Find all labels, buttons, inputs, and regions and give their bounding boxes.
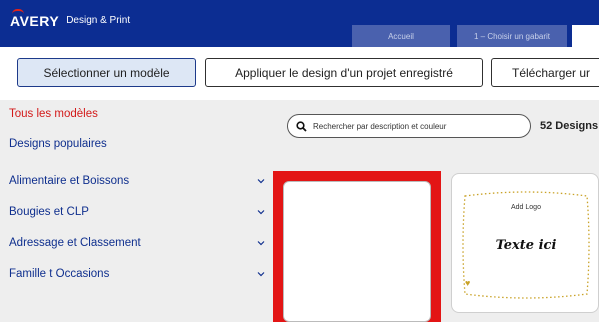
select-model-button[interactable]: Sélectionner un modèle [17,58,196,87]
avery-logo[interactable]: AVERY Design & Print [10,9,131,29]
sidebar-item-all-models[interactable]: Tous les modèles [9,104,265,124]
template-card-selected[interactable] [273,171,441,322]
app-name: Design & Print [66,15,131,26]
search-icon [296,120,307,132]
search-placeholder: Rechercher par description et couleur [313,121,447,131]
top-header: AVERY Design & Print Accueil 1 – Choisir… [0,0,599,47]
chevron-down-icon [257,210,265,215]
sidebar-item-label: Alimentaire et Boissons [9,175,130,187]
sidebar-item-popular[interactable]: Designs populaires [9,134,265,154]
sidebar-item-food-drinks[interactable]: Alimentaire et Boissons [9,171,265,191]
tab-accueil[interactable]: Accueil [352,25,450,47]
search-field[interactable]: Rechercher par description et couleur [287,114,531,138]
category-sidebar: Tous les modèles Designs populaires Alim… [0,100,273,322]
sidebar-item-label: Designs populaires [9,138,107,150]
apply-saved-design-button[interactable]: Appliquer le design d'un projet enregist… [205,58,483,87]
logo-wordmark: AVERY [10,9,60,29]
results-count: 52 Designs [540,120,599,132]
template-preview: Add Logo Texte ici ♥ [459,186,593,304]
sidebar-item-label: Tous les modèles [9,108,98,120]
chevron-down-icon [257,272,265,277]
sidebar-item-label: Bougies et CLP [9,206,89,218]
sidebar-item-addressing[interactable]: Adressage et Classement [9,233,265,253]
sidebar-item-label: Famille t Occasions [9,268,110,280]
heart-icon: ♥ [465,278,471,288]
chevron-down-icon [257,179,265,184]
tab-active[interactable] [572,25,599,47]
sidebar-item-candles[interactable]: Bougies et CLP [9,202,265,222]
add-logo-text: Add Logo [511,204,541,211]
tab-choose-template[interactable]: 1 – Choisir un gabarit [457,25,567,47]
template-card[interactable]: Add Logo Texte ici ♥ [451,173,599,313]
action-bar: Sélectionner un modèle Appliquer le desi… [0,47,599,100]
sidebar-item-family-occasions[interactable]: Famille t Occasions [9,264,265,284]
template-text: Texte ici [495,238,557,253]
sidebar-item-label: Adressage et Classement [9,237,141,249]
chevron-down-icon [257,241,265,246]
upload-button[interactable]: Télécharger ur [491,58,599,87]
template-gallery: Rechercher par description et couleur 52… [273,100,599,322]
blank-template-preview [283,181,431,322]
